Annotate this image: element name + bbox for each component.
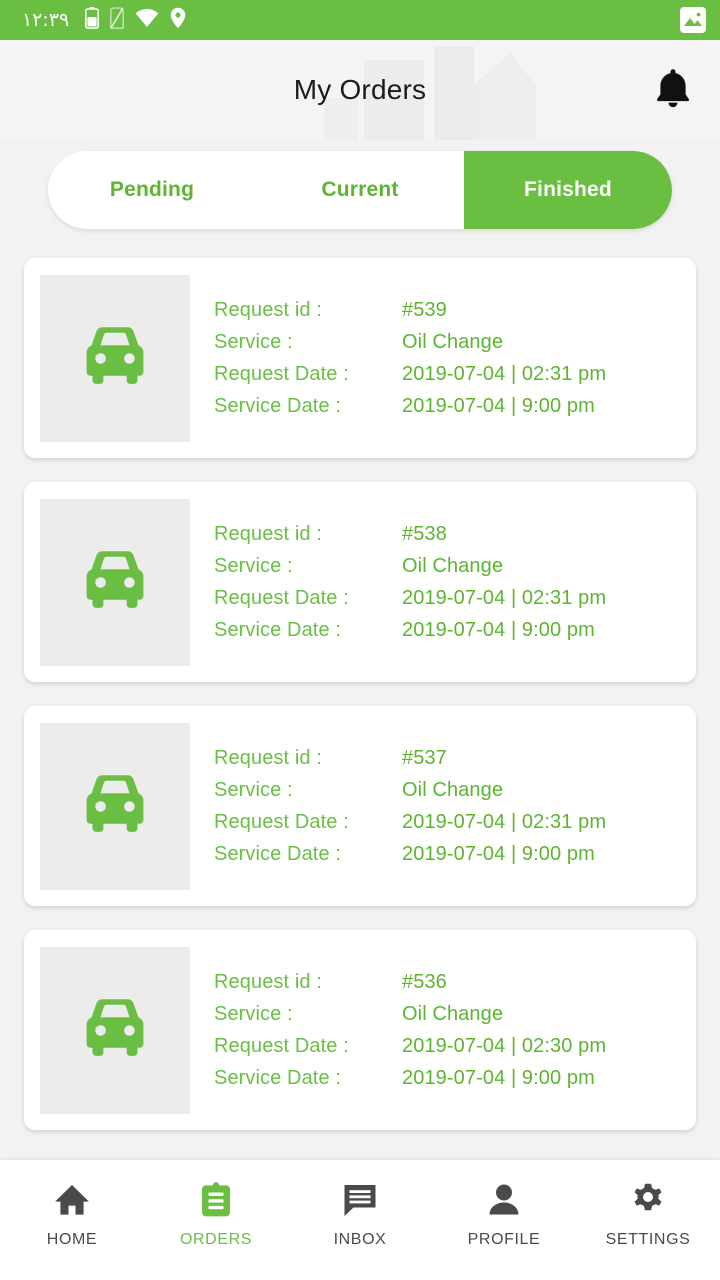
person-icon [488, 1182, 520, 1218]
order-thumbnail [40, 946, 190, 1114]
field-label: Service : [214, 1002, 293, 1025]
field-request-date: Request Date : 2019-07-04 | 02:31 pm [214, 587, 680, 610]
field-value: 2019-07-04 | 9:00 pm [402, 618, 595, 641]
segmented-control: Pending Current Finished [48, 151, 672, 229]
field-label: Request id : [214, 970, 322, 993]
battery-icon [85, 6, 100, 34]
nav-label: ORDERS [179, 1231, 253, 1248]
nav-label: HOME [46, 1231, 98, 1248]
car-front-icon [78, 325, 152, 392]
status-bar: ١٢:٣٩ [0, 0, 720, 40]
order-card[interactable]: Request id : #538 Service : Oil Change R… [24, 482, 696, 682]
field-value: 2019-07-04 | 9:00 pm [402, 394, 595, 417]
field-label: Service Date : [214, 394, 342, 417]
wifi-icon [135, 8, 159, 33]
nav-item-home[interactable]: HOME [0, 1182, 144, 1249]
header: My Orders [0, 40, 720, 140]
field-request-id: Request id : #536 [214, 971, 680, 994]
field-request-id: Request id : #538 [214, 523, 680, 546]
field-label: Service Date : [214, 842, 342, 865]
notification-bell-button[interactable] [646, 63, 700, 117]
field-request-id: Request id : #537 [214, 747, 680, 770]
order-card[interactable]: Request id : #536 Service : Oil Change R… [24, 930, 696, 1130]
bottom-navigation: HOME ORDERS INBOX PROFILE SETTINGS [0, 1160, 720, 1280]
tab-current[interactable]: Current [256, 151, 464, 229]
field-service: Service : Oil Change [214, 1003, 680, 1026]
home-icon [54, 1182, 90, 1218]
field-value: 2019-07-04 | 02:31 pm [402, 810, 607, 833]
field-service: Service : Oil Change [214, 779, 680, 802]
field-label: Request Date : [214, 362, 349, 385]
field-value: Oil Change [402, 554, 504, 577]
field-value: 2019-07-04 | 02:30 pm [402, 1034, 607, 1057]
nav-item-inbox[interactable]: INBOX [288, 1182, 432, 1249]
sim-card-off-icon [110, 6, 125, 34]
field-label: Request id : [214, 746, 322, 769]
field-request-date: Request Date : 2019-07-04 | 02:30 pm [214, 1035, 680, 1058]
screenshot-image-icon [680, 7, 706, 33]
clipboard-icon [200, 1182, 232, 1218]
field-label: Service : [214, 554, 293, 577]
field-value: 2019-07-04 | 9:00 pm [402, 1066, 595, 1089]
car-front-icon [78, 773, 152, 840]
field-value: 2019-07-04 | 02:31 pm [402, 586, 607, 609]
order-thumbnail [40, 722, 190, 890]
field-service: Service : Oil Change [214, 555, 680, 578]
field-request-id: Request id : #539 [214, 299, 680, 322]
nav-item-profile[interactable]: PROFILE [432, 1182, 576, 1249]
field-service-date: Service Date : 2019-07-04 | 9:00 pm [214, 1067, 680, 1090]
chat-bubble-icon [342, 1182, 378, 1218]
order-card[interactable]: Request id : #537 Service : Oil Change R… [24, 706, 696, 906]
nav-item-orders[interactable]: ORDERS [144, 1182, 288, 1249]
app-root: ١٢:٣٩ My Orders Pending Current Finished… [0, 0, 720, 1280]
status-bar-clock: ١٢:٣٩ [22, 9, 70, 31]
page-title: My Orders [293, 74, 427, 105]
gear-icon [631, 1182, 665, 1218]
field-label: Request Date : [214, 810, 349, 833]
status-bar-icons [85, 6, 186, 34]
order-fields: Request id : #538 Service : Oil Change R… [190, 523, 680, 642]
field-value: #538 [402, 522, 447, 545]
field-request-date: Request Date : 2019-07-04 | 02:31 pm [214, 363, 680, 386]
order-fields: Request id : #536 Service : Oil Change R… [190, 971, 680, 1090]
bell-icon [653, 66, 693, 115]
tab-finished[interactable]: Finished [464, 151, 672, 229]
location-pin-icon [170, 7, 186, 34]
field-label: Request id : [214, 298, 322, 321]
nav-label: INBOX [333, 1231, 387, 1248]
orders-list[interactable]: Request id : #539 Service : Oil Change R… [0, 240, 720, 1160]
field-value: #539 [402, 298, 447, 321]
field-service-date: Service Date : 2019-07-04 | 9:00 pm [214, 395, 680, 418]
field-value: #536 [402, 970, 447, 993]
field-label: Service : [214, 778, 293, 801]
field-request-date: Request Date : 2019-07-04 | 02:31 pm [214, 811, 680, 834]
field-value: 2019-07-04 | 02:31 pm [402, 362, 607, 385]
car-front-icon [78, 549, 152, 616]
nav-label: SETTINGS [605, 1231, 691, 1248]
field-value: 2019-07-04 | 9:00 pm [402, 842, 595, 865]
field-service: Service : Oil Change [214, 331, 680, 354]
field-label: Request Date : [214, 1034, 349, 1057]
field-label: Service Date : [214, 618, 342, 641]
field-label: Request id : [214, 522, 322, 545]
tab-pending[interactable]: Pending [48, 151, 256, 229]
nav-item-settings[interactable]: SETTINGS [576, 1182, 720, 1249]
order-card[interactable]: Request id : #539 Service : Oil Change R… [24, 258, 696, 458]
field-value: Oil Change [402, 778, 504, 801]
order-fields: Request id : #539 Service : Oil Change R… [190, 299, 680, 418]
field-value: #537 [402, 746, 447, 769]
order-thumbnail [40, 274, 190, 442]
order-fields: Request id : #537 Service : Oil Change R… [190, 747, 680, 866]
field-service-date: Service Date : 2019-07-04 | 9:00 pm [214, 843, 680, 866]
field-value: Oil Change [402, 330, 504, 353]
nav-label: PROFILE [467, 1231, 541, 1248]
car-front-icon [78, 997, 152, 1064]
field-label: Service : [214, 330, 293, 353]
field-label: Service Date : [214, 1066, 342, 1089]
field-service-date: Service Date : 2019-07-04 | 9:00 pm [214, 619, 680, 642]
field-value: Oil Change [402, 1002, 504, 1025]
order-status-tabs: Pending Current Finished [0, 140, 720, 240]
order-thumbnail [40, 498, 190, 666]
field-label: Request Date : [214, 586, 349, 609]
